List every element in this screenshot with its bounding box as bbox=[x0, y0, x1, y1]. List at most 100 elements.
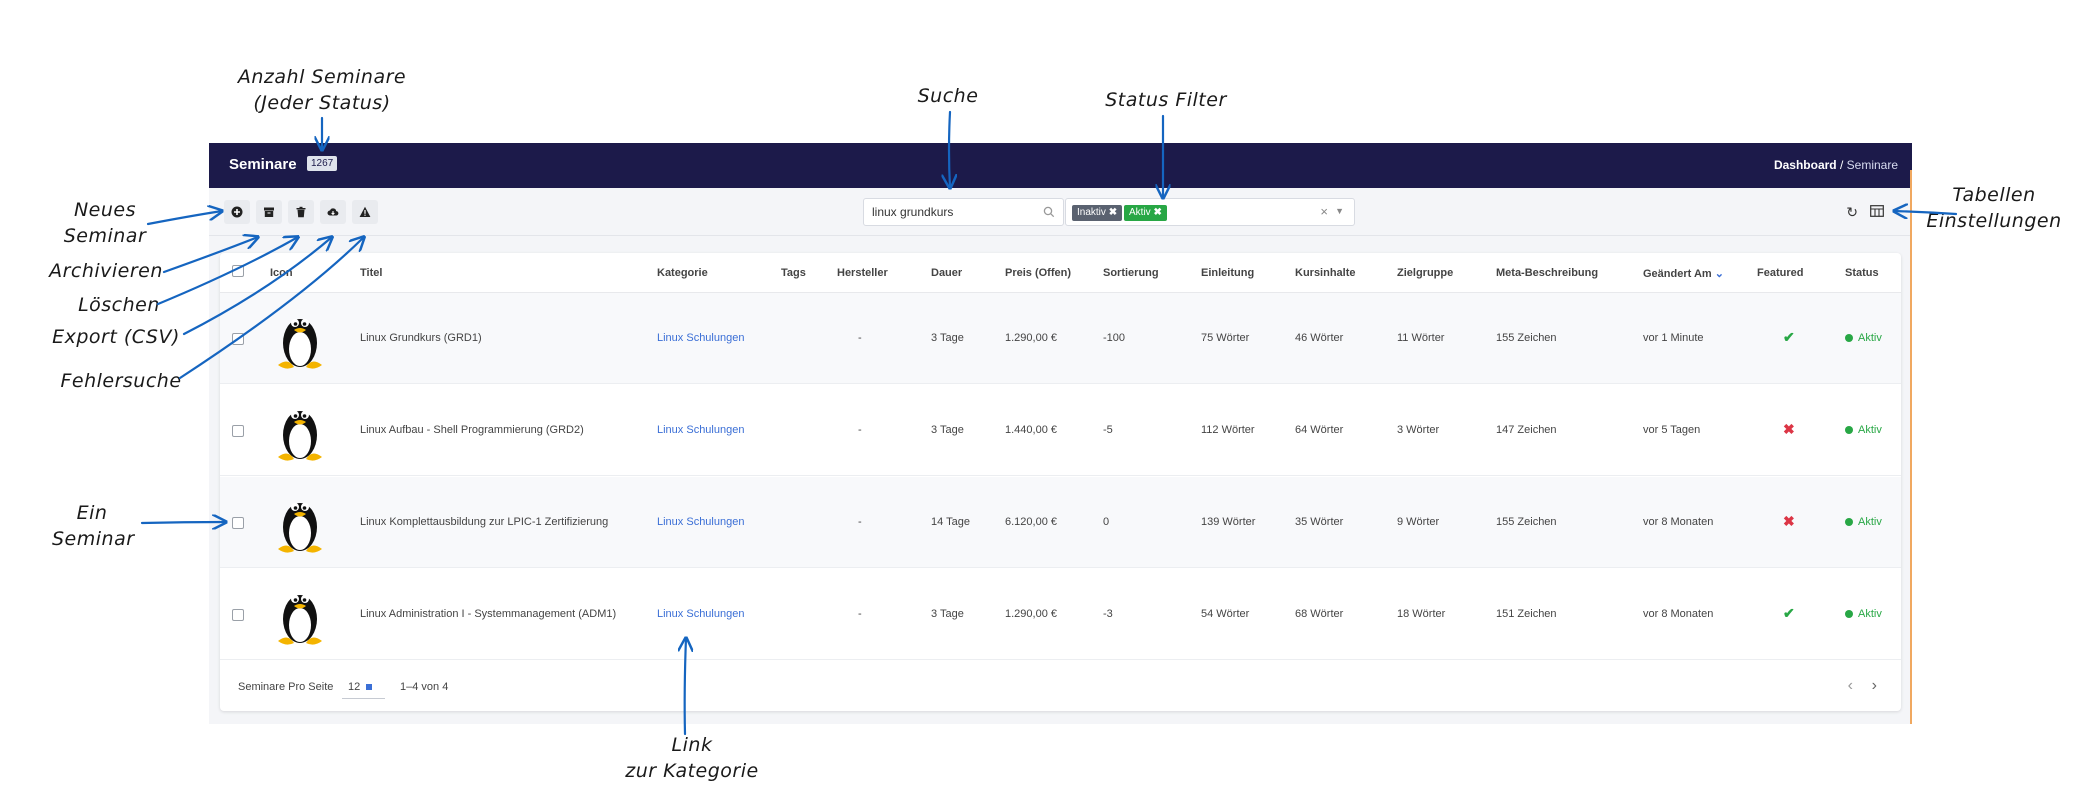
clear-icon[interactable]: × bbox=[1320, 204, 1328, 219]
prev-page-button[interactable]: ‹ bbox=[1848, 677, 1853, 695]
cell-duration: 3 Tage bbox=[931, 424, 964, 436]
trash-icon bbox=[296, 206, 306, 218]
seminar-count-badge: 1267 bbox=[307, 156, 338, 171]
col-changed[interactable]: Geändert Am ⌄ bbox=[1643, 267, 1724, 280]
cell-title[interactable]: Linux Aufbau - Shell Programmierung (GRD… bbox=[360, 424, 584, 436]
col-title[interactable]: Titel bbox=[360, 267, 382, 279]
sort-desc-icon: ⌄ bbox=[1714, 268, 1724, 280]
cell-audience: 9 Wörter bbox=[1397, 516, 1440, 528]
archive-icon bbox=[264, 207, 274, 217]
annotation-neues-seminar: Neues Seminar bbox=[63, 199, 147, 247]
col-category[interactable]: Kategorie bbox=[657, 267, 708, 279]
annotation-archivieren: Archivieren bbox=[49, 260, 163, 282]
chip-inaktiv[interactable]: Inaktiv ✖ bbox=[1072, 205, 1123, 221]
cell-price: 1.290,00 € bbox=[1005, 332, 1057, 344]
warning-icon bbox=[359, 206, 371, 217]
cell-changed: vor 5 Tagen bbox=[1643, 424, 1701, 436]
col-status[interactable]: Status bbox=[1845, 267, 1879, 279]
col-price[interactable]: Preis (Offen) bbox=[1005, 267, 1071, 279]
cell-meta: 147 Zeichen bbox=[1496, 424, 1557, 436]
cell-intro: 54 Wörter bbox=[1201, 608, 1250, 620]
cell-price: 1.440,00 € bbox=[1005, 424, 1057, 436]
cell-title[interactable]: Linux Komplettausbildung zur LPIC-1 Zert… bbox=[360, 516, 608, 528]
table-header: Icon Titel Kategorie Tags Hersteller Dau… bbox=[220, 253, 1901, 293]
cell-audience: 18 Wörter bbox=[1397, 608, 1446, 620]
search-icon bbox=[1043, 206, 1055, 218]
category-link[interactable]: Linux Schulungen bbox=[657, 516, 744, 528]
col-vendor[interactable]: Hersteller bbox=[837, 267, 888, 279]
chip-remove-icon[interactable]: ✖ bbox=[1153, 207, 1161, 218]
tux-penguin-icon bbox=[278, 503, 322, 553]
row-checkbox[interactable] bbox=[232, 333, 244, 345]
cell-title[interactable]: Linux Grundkurs (GRD1) bbox=[360, 332, 482, 344]
archive-button[interactable] bbox=[256, 200, 282, 224]
tux-penguin-icon bbox=[278, 595, 322, 645]
row-checkbox[interactable] bbox=[232, 517, 244, 529]
status-dot bbox=[1845, 426, 1853, 435]
cell-duration: 14 Tage bbox=[931, 516, 970, 528]
chip-aktiv[interactable]: Aktiv ✖ bbox=[1124, 205, 1167, 221]
chevron-down-icon[interactable]: ▼ bbox=[1335, 206, 1344, 216]
cell-changed: vor 1 Minute bbox=[1643, 332, 1704, 344]
chip-remove-icon[interactable]: ✖ bbox=[1109, 207, 1117, 218]
col-tags[interactable]: Tags bbox=[781, 267, 806, 279]
col-content[interactable]: Kursinhalte bbox=[1295, 267, 1356, 279]
table-row[interactable]: Linux Aufbau - Shell Programmierung (GRD… bbox=[220, 385, 1901, 476]
app-window: Seminare 1267 Dashboard / Seminare Inakt… bbox=[209, 143, 1912, 724]
next-page-button[interactable]: › bbox=[1872, 677, 1877, 695]
cell-sort: 0 bbox=[1103, 516, 1110, 528]
per-page-label: Seminare Pro Seite bbox=[238, 681, 334, 693]
tux-penguin-icon bbox=[278, 411, 322, 461]
table-settings-icon[interactable] bbox=[1870, 205, 1884, 217]
cell-meta: 151 Zeichen bbox=[1496, 608, 1557, 620]
annotation-export: Export (CSV) bbox=[52, 326, 180, 348]
featured-cross-icon[interactable]: ✖ bbox=[1783, 421, 1795, 438]
table-row[interactable]: Linux Grundkurs (GRD1) Linux Schulungen … bbox=[220, 293, 1901, 384]
featured-check-icon[interactable]: ✔ bbox=[1783, 329, 1795, 346]
category-link[interactable]: Linux Schulungen bbox=[657, 608, 744, 620]
table-row[interactable]: Linux Administration I - Systemmanagemen… bbox=[220, 569, 1901, 660]
debug-button[interactable] bbox=[352, 200, 378, 224]
featured-check-icon[interactable]: ✔ bbox=[1783, 605, 1795, 622]
cell-vendor: - bbox=[858, 332, 862, 344]
select-all-checkbox[interactable] bbox=[232, 265, 244, 277]
table-body: Linux Grundkurs (GRD1) Linux Schulungen … bbox=[220, 293, 1901, 661]
cell-content: 68 Wörter bbox=[1295, 608, 1344, 620]
cell-intro: 75 Wörter bbox=[1201, 332, 1250, 344]
breadcrumb-dashboard[interactable]: Dashboard bbox=[1774, 158, 1837, 172]
export-csv-button[interactable] bbox=[320, 200, 346, 224]
pagination-range: 1–4 von 4 bbox=[400, 681, 449, 693]
featured-cross-icon[interactable]: ✖ bbox=[1783, 513, 1795, 530]
col-audience[interactable]: Zielgruppe bbox=[1397, 267, 1453, 279]
table-footer: Seminare Pro Seite 12 1–4 von 4 ‹ › bbox=[220, 661, 1901, 711]
search-input[interactable] bbox=[872, 205, 1022, 219]
status-badge: Aktiv bbox=[1845, 516, 1882, 528]
status-dot bbox=[1845, 334, 1853, 343]
annotation-loeschen: Löschen bbox=[78, 294, 160, 316]
search-box bbox=[863, 198, 1064, 226]
per-page-select[interactable]: 12 bbox=[342, 677, 385, 699]
col-sort[interactable]: Sortierung bbox=[1103, 267, 1159, 279]
cell-content: 35 Wörter bbox=[1295, 516, 1344, 528]
delete-button[interactable] bbox=[288, 200, 314, 224]
col-duration[interactable]: Dauer bbox=[931, 267, 962, 279]
new-seminar-button[interactable] bbox=[224, 200, 250, 224]
row-checkbox[interactable] bbox=[232, 609, 244, 621]
breadcrumb-separator: / bbox=[1836, 158, 1847, 172]
status-filter[interactable]: Inaktiv ✖ Aktiv ✖ × ▼ bbox=[1065, 198, 1355, 226]
cell-audience: 11 Wörter bbox=[1397, 332, 1445, 344]
col-intro[interactable]: Einleitung bbox=[1201, 267, 1254, 279]
table-row[interactable]: Linux Komplettausbildung zur LPIC-1 Zert… bbox=[220, 477, 1901, 568]
category-link[interactable]: Linux Schulungen bbox=[657, 424, 744, 436]
annotation-status-filter: Status Filter bbox=[1105, 89, 1227, 111]
cell-price: 6.120,00 € bbox=[1005, 516, 1057, 528]
seminar-table: Icon Titel Kategorie Tags Hersteller Dau… bbox=[220, 253, 1901, 711]
category-link[interactable]: Linux Schulungen bbox=[657, 332, 744, 344]
col-featured[interactable]: Featured bbox=[1757, 267, 1803, 279]
cell-title[interactable]: Linux Administration I - Systemmanagemen… bbox=[360, 608, 616, 620]
annotation-suche: Suche bbox=[917, 85, 979, 107]
col-meta[interactable]: Meta-Beschreibung bbox=[1496, 267, 1598, 279]
refresh-icon[interactable]: ↻ bbox=[1846, 204, 1858, 221]
cell-audience: 3 Wörter bbox=[1397, 424, 1440, 436]
row-checkbox[interactable] bbox=[232, 425, 244, 437]
